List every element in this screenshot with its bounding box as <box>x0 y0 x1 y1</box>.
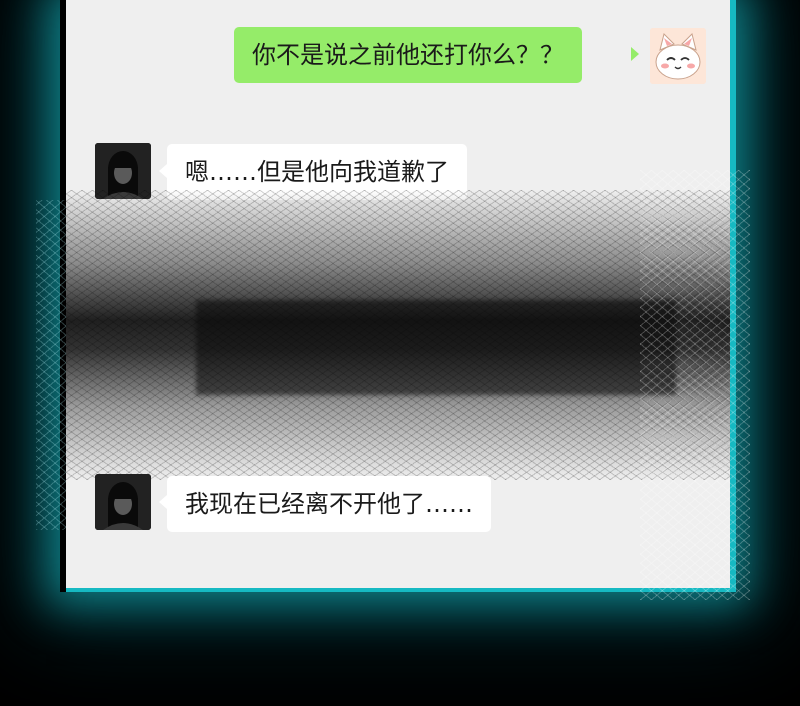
bubble-tail <box>631 47 639 61</box>
dark-girl-avatar-icon[interactable] <box>95 474 151 530</box>
bubble-tail <box>159 164 167 178</box>
outgoing-message-bubble[interactable]: 你不是说之前他还打你么？？ <box>234 27 582 83</box>
glitch-noise-right <box>640 170 750 600</box>
message-text: 我现在已经离不开他了…… <box>185 490 473 518</box>
incoming-message-bubble[interactable]: 我现在已经离不开他了…… <box>167 476 491 532</box>
message-text: 你不是说之前他还打你么？？ <box>252 41 564 69</box>
chat-screen: 你不是说之前他还打你么？？ 嗯……但是他向我道歉了 我现在已经离不开他了…… <box>66 0 736 592</box>
bubble-tail <box>159 495 167 509</box>
glitch-block <box>196 300 676 395</box>
cat-avatar-icon[interactable] <box>650 28 706 84</box>
message-text: 嗯……但是他向我道歉了 <box>185 158 449 186</box>
